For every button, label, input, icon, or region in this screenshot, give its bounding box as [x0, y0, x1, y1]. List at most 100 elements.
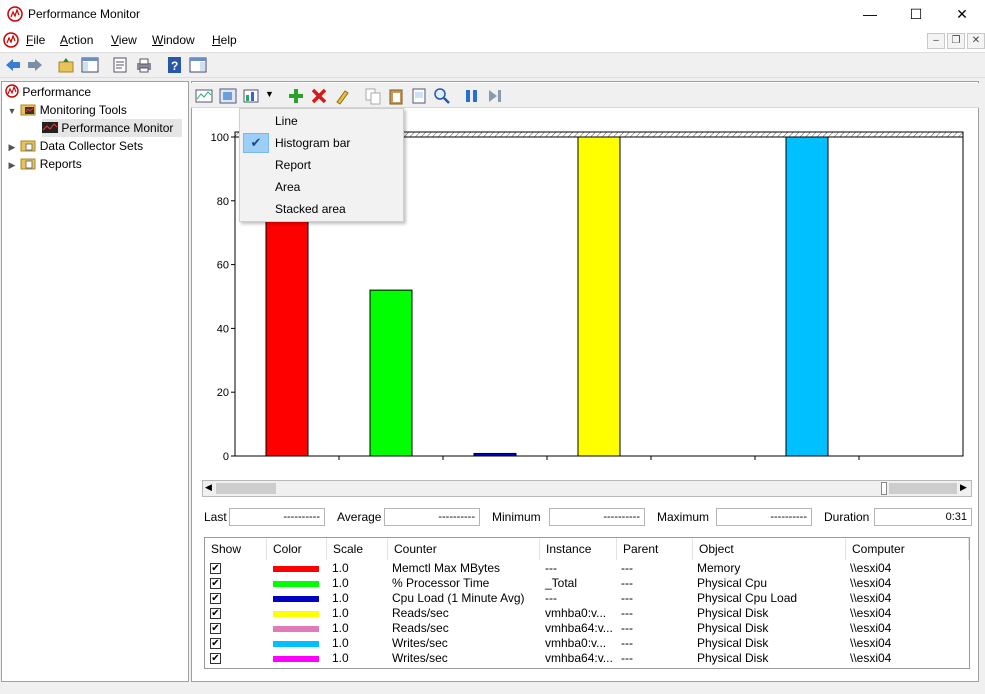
properties-icon[interactable] — [111, 56, 129, 74]
tree-item-data-collector-sets[interactable]: ▶ Data Collector Sets — [7, 137, 144, 156]
mdi-restore-button[interactable]: ❐ — [947, 33, 965, 49]
column-header-color[interactable]: Color — [267, 538, 327, 560]
column-header-counter[interactable]: Counter — [388, 538, 540, 560]
tree-item-monitoring-tools[interactable]: ▼ Monitoring Tools — [7, 101, 127, 119]
close-button[interactable]: ✕ — [939, 0, 985, 28]
legend-row[interactable]: ✔ 1.0 Memctl Max MBytes --- --- Memory \… — [205, 561, 969, 576]
histogram-bar[interactable] — [577, 136, 621, 457]
help-icon[interactable]: ? — [166, 56, 184, 74]
column-header-show[interactable]: Show — [205, 538, 267, 560]
column-header-instance[interactable]: Instance — [540, 538, 617, 560]
up-folder-icon[interactable] — [57, 56, 75, 74]
paste-counter-list-icon[interactable] — [387, 87, 405, 105]
menu-window-rest: indow — [163, 33, 195, 47]
chevron-down-icon[interactable]: ▼ — [7, 102, 17, 120]
scroll-right-arrow-icon[interactable]: ▶ — [960, 482, 967, 493]
menu-file-rest: ile — [33, 33, 46, 47]
tree-item-reports[interactable]: ▶ Reports — [7, 155, 82, 173]
counter-cell: Cpu Load (1 Minute Avg) — [392, 591, 525, 605]
show-checkbox[interactable]: ✔ — [210, 638, 221, 649]
scroll-left-arrow-icon[interactable]: ◀ — [205, 482, 212, 493]
column-header-computer[interactable]: Computer — [846, 538, 969, 560]
chevron-right-icon[interactable]: ▶ — [7, 138, 17, 156]
menu-file[interactable]: File — [26, 33, 45, 47]
legend-row[interactable]: ✔ 1.0 Cpu Load (1 Minute Avg) --- --- Ph… — [205, 591, 969, 606]
scrollbar-end-marker[interactable] — [881, 482, 887, 495]
maximize-button[interactable]: ☐ — [893, 0, 939, 28]
mdi-close-button[interactable]: ✕ — [967, 33, 985, 49]
add-counter-icon[interactable] — [287, 87, 305, 105]
legend-row[interactable]: ✔ 1.0 Reads/sec vmhba64:v... --- Physica… — [205, 621, 969, 636]
show-action-pane-icon[interactable] — [189, 56, 207, 74]
maximum-value: ---------- — [716, 508, 812, 526]
y-tick-label: 20 — [217, 387, 229, 399]
computer-cell: \\esxi04 — [850, 561, 892, 575]
graph-type-area[interactable]: Area — [241, 176, 402, 198]
show-checkbox[interactable]: ✔ — [210, 593, 221, 604]
show-checkbox[interactable]: ✔ — [210, 623, 221, 634]
back-arrow-icon[interactable] — [4, 56, 22, 74]
zoom-icon[interactable] — [433, 87, 451, 105]
legend-row[interactable]: ✔ 1.0 Reads/sec vmhba0:v... --- Physical… — [205, 606, 969, 621]
graph-type-histogram[interactable]: ✔ Histogram bar — [241, 132, 402, 154]
column-header-parent[interactable]: Parent — [617, 538, 693, 560]
legend-row[interactable]: ✔ 1.0 % Processor Time _Total --- Physic… — [205, 576, 969, 591]
scale-cell: 1.0 — [332, 606, 349, 620]
series-color-swatch — [273, 596, 319, 602]
properties-icon[interactable] — [410, 87, 428, 105]
legend-row[interactable]: ✔ 1.0 Writes/sec vmhba0:v... --- Physica… — [205, 636, 969, 651]
histogram-bar[interactable] — [369, 289, 413, 457]
graph-type-stacked-area[interactable]: Stacked area — [241, 198, 402, 220]
minimum-value: ---------- — [549, 508, 645, 526]
column-header-scale[interactable]: Scale — [327, 538, 388, 560]
scale-cell: 1.0 — [332, 651, 349, 665]
show-hide-tree-icon[interactable] — [81, 56, 99, 74]
scrollbar-thumb-right[interactable] — [889, 483, 957, 494]
last-label: Last — [204, 510, 227, 524]
view-current-activity-icon[interactable] — [195, 87, 213, 105]
legend-row[interactable]: ✔ 1.0 Writes/sec vmhba64:v... --- Physic… — [205, 651, 969, 666]
delete-counter-icon[interactable] — [310, 87, 328, 105]
counter-cell: Reads/sec — [392, 606, 449, 620]
perf-monitor-chart-icon — [42, 122, 58, 133]
show-checkbox[interactable]: ✔ — [210, 653, 221, 664]
histogram-bar[interactable] — [473, 452, 517, 457]
scale-cell: 1.0 — [332, 576, 349, 590]
graph-type-dropdown-arrow-icon[interactable]: ▼ — [265, 89, 274, 99]
tree-item-performance[interactable]: Performance — [5, 83, 91, 101]
title-bar: Performance Monitor — ☐ ✕ — [0, 0, 985, 28]
update-data-icon[interactable] — [486, 87, 504, 105]
tree-label-performance-monitor: Performance Monitor — [61, 121, 174, 135]
show-checkbox[interactable]: ✔ — [210, 608, 221, 619]
view-log-data-icon[interactable] — [219, 87, 237, 105]
object-cell: Physical Cpu — [697, 576, 768, 590]
chevron-right-icon[interactable]: ▶ — [7, 156, 17, 174]
print-icon[interactable] — [135, 56, 153, 74]
menu-help[interactable]: Help — [212, 33, 237, 47]
menu-window-accesskey: W — [152, 33, 164, 47]
y-tick-label: 60 — [217, 260, 229, 272]
scrollbar-thumb-left[interactable] — [216, 483, 276, 494]
copy-properties-icon[interactable] — [364, 87, 382, 105]
column-header-object[interactable]: Object — [693, 538, 846, 560]
time-scrollbar[interactable]: ◀ ▶ — [202, 480, 972, 497]
menu-action[interactable]: Action — [60, 33, 93, 47]
menu-view[interactable]: View — [111, 33, 137, 47]
menu-window[interactable]: Window — [152, 33, 195, 47]
parent-cell: --- — [621, 621, 633, 635]
highlight-icon[interactable] — [333, 87, 351, 105]
show-checkbox[interactable]: ✔ — [210, 563, 221, 574]
freeze-display-icon[interactable] — [463, 87, 481, 105]
counter-cell: Memctl Max MBytes — [392, 561, 501, 575]
show-checkbox[interactable]: ✔ — [210, 578, 221, 589]
tree-item-performance-monitor[interactable]: Performance Monitor — [42, 119, 182, 137]
change-graph-type-icon[interactable] — [243, 87, 261, 105]
graph-type-report[interactable]: Report — [241, 154, 402, 176]
histogram-bar[interactable] — [785, 136, 829, 457]
graph-type-line[interactable]: Line — [241, 110, 402, 132]
minimize-button[interactable]: — — [847, 0, 893, 28]
mdi-minimize-button[interactable]: – — [927, 33, 945, 49]
forward-arrow-icon[interactable] — [26, 56, 44, 74]
perfmon-menu-icon[interactable] — [3, 32, 19, 48]
object-cell: Physical Cpu Load — [697, 591, 798, 605]
